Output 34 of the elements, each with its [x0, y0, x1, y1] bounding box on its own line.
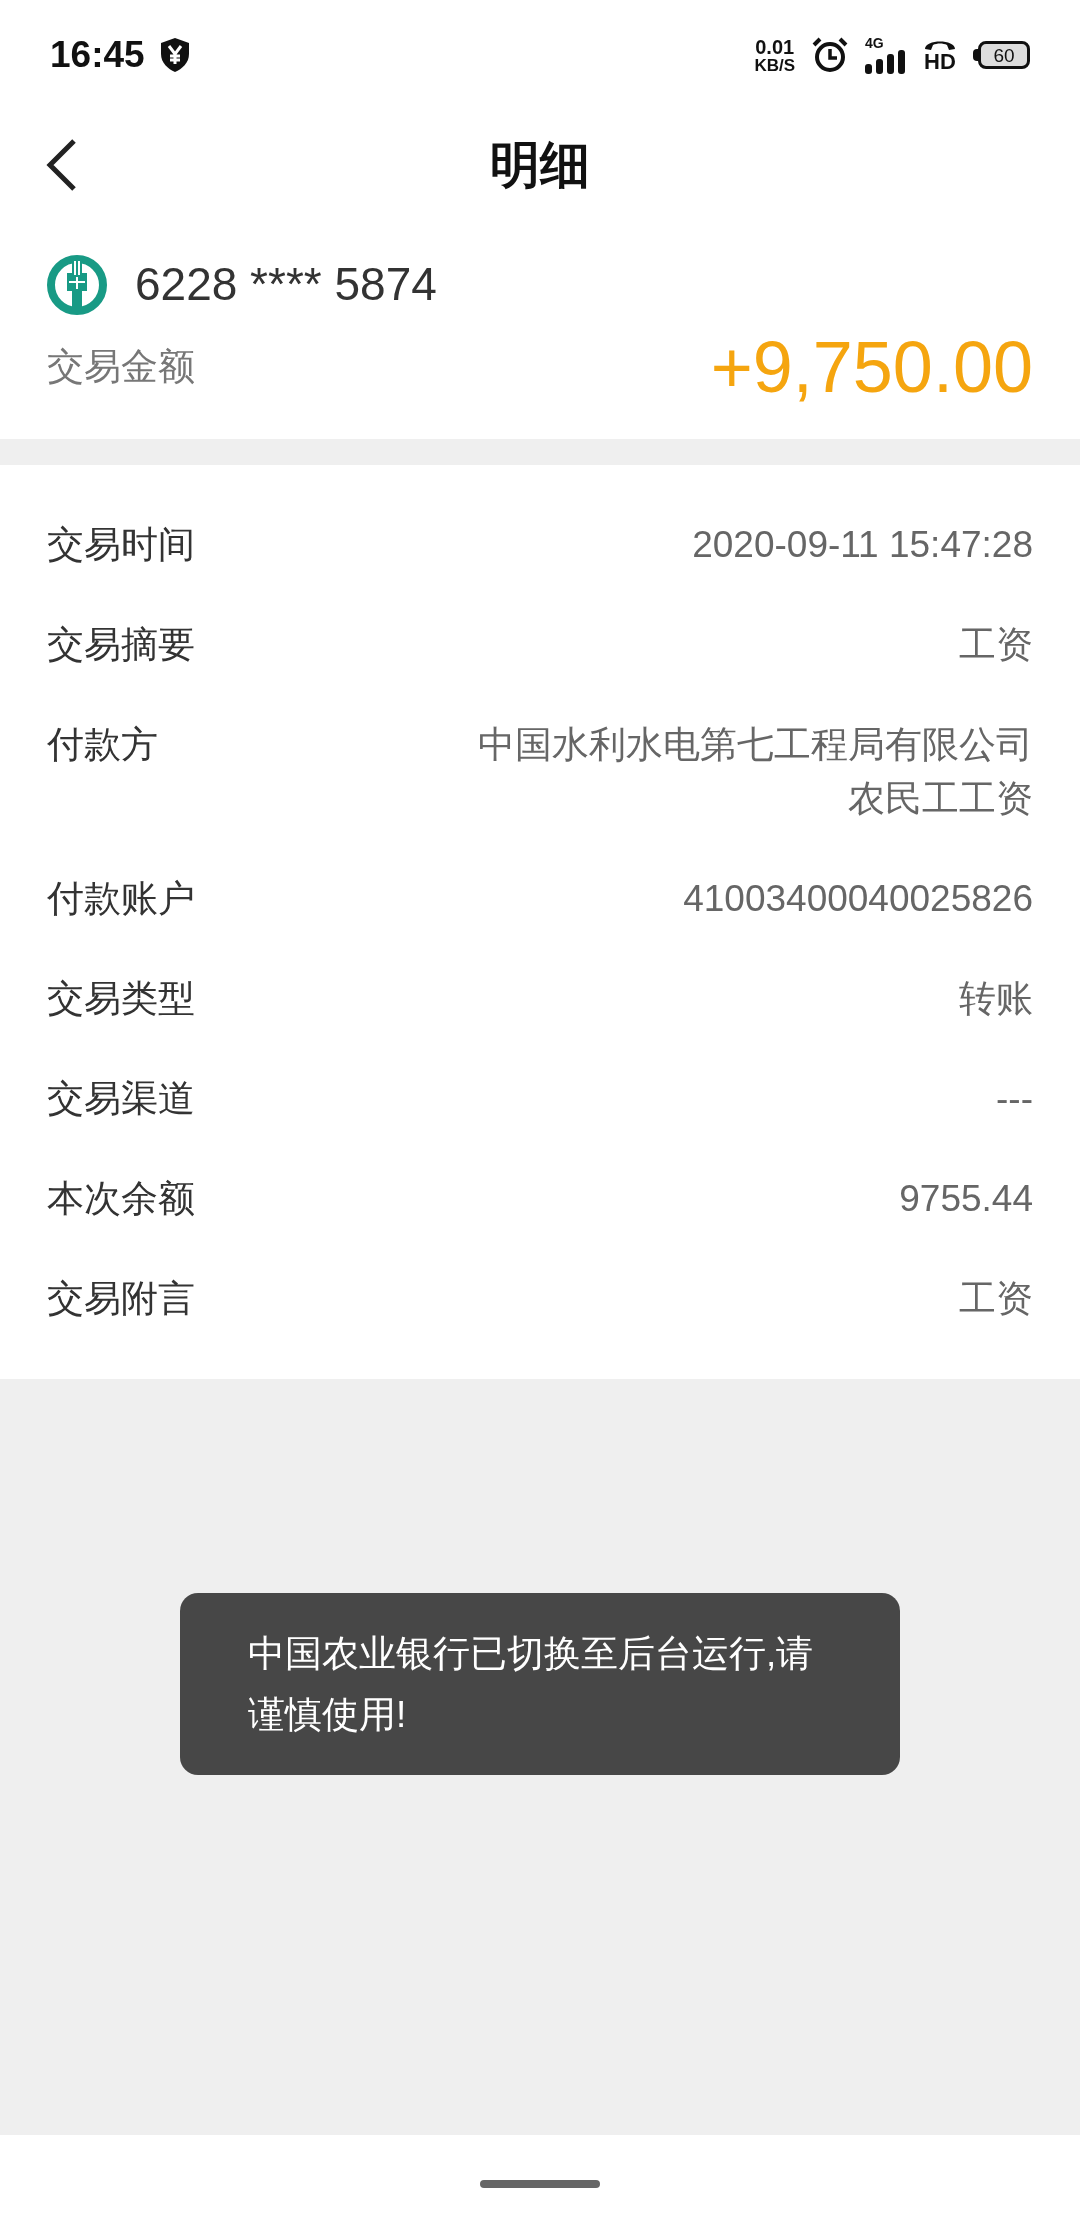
card-number: 6228 **** 5874: [135, 257, 437, 312]
battery-indicator: 60: [978, 41, 1030, 69]
amount-label: 交易金额: [47, 345, 195, 390]
status-time: 16:45: [50, 33, 145, 78]
detail-value: 2020-09-11 15:47:28: [692, 523, 1033, 567]
detail-value: 工资: [959, 1277, 1033, 1321]
detail-label: 交易附言: [47, 1277, 195, 1321]
page-title: 明细: [490, 135, 590, 195]
detail-label: 交易类型: [47, 977, 195, 1021]
hd-indicator: HD: [924, 51, 956, 73]
toast-message: 中国农业银行已切换至后台运行,请谨慎使用!: [180, 1593, 900, 1775]
battery-tip: [973, 49, 978, 61]
detail-label: 交易摘要: [47, 623, 195, 667]
detail-label: 付款方: [47, 723, 158, 767]
alarm-icon: [811, 37, 849, 73]
back-icon[interactable]: [44, 138, 78, 192]
bank-logo-icon: [47, 254, 107, 315]
network-type: 4G: [865, 36, 884, 50]
detail-label: 付款账户: [47, 877, 195, 921]
detail-label: 本次余额: [47, 1177, 195, 1221]
signal-icon: [865, 50, 907, 74]
detail-value: 41003400040025826: [683, 877, 1033, 921]
detail-label: 交易渠道: [47, 1077, 195, 1121]
home-indicator[interactable]: [480, 2179, 600, 2188]
detail-value: 转账: [959, 977, 1033, 1021]
network-speed: 0.01: [755, 36, 795, 57]
network-speed-unit: KB/S: [754, 56, 795, 74]
shield-icon: [158, 37, 191, 73]
detail-value: 工资: [959, 623, 1033, 667]
detail-value: 9755.44: [899, 1177, 1033, 1221]
transaction-amount: +9,750.00: [710, 331, 1033, 403]
detail-label: 交易时间: [47, 523, 195, 567]
detail-value: 中国水利水电第七工程局有限公司农民工工资: [477, 723, 1033, 821]
detail-value: ---: [996, 1077, 1033, 1121]
